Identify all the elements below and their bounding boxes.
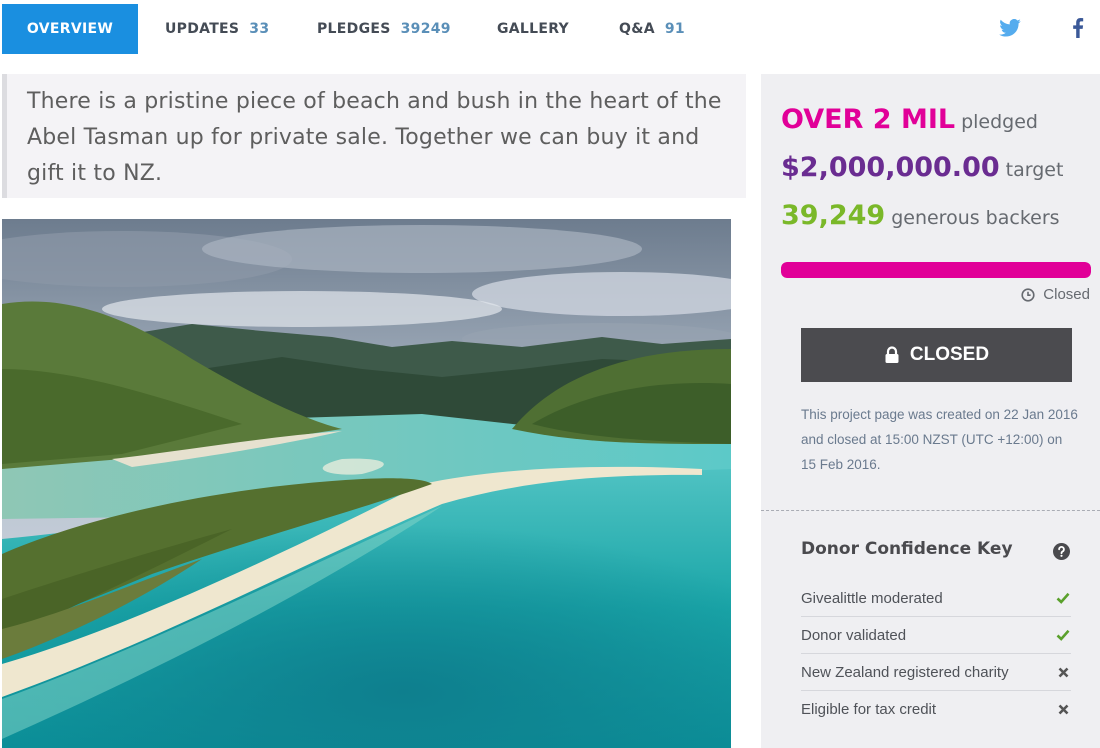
donor-key-item-label: Givealittle moderated [801, 589, 943, 607]
tab-overview-label: OVERVIEW [26, 21, 114, 37]
funding-progress-bar [781, 262, 1091, 278]
tab-pledges[interactable]: PLEDGES 39249 [317, 4, 451, 54]
project-summary-text: There is a pristine piece of beach and b… [27, 89, 722, 186]
campaign-status: Closed [1021, 286, 1090, 303]
facebook-icon[interactable] [1066, 16, 1090, 40]
tab-qa-label: Q&A [619, 21, 655, 37]
tab-qa[interactable]: Q&A 91 [619, 4, 685, 54]
donor-key-item-label: Donor validated [801, 626, 907, 644]
funding-progress-fill [781, 262, 1091, 278]
target-stat: $2,000,000.00 target [781, 152, 1063, 183]
target-amount: $2,000,000.00 [781, 152, 1000, 183]
donor-key-list: Givealittle moderated Donor validated Ne… [801, 580, 1071, 728]
project-sidebar: OVER 2 MIL pledged $2,000,000.00 target 39… [761, 74, 1100, 748]
question-circle-icon[interactable] [1053, 543, 1070, 560]
tab-pledges-count: 39249 [400, 21, 451, 37]
donor-key-item: Givealittle moderated [801, 580, 1071, 617]
check-icon [1055, 590, 1071, 606]
donor-key-item-label: New Zealand registered charity [801, 663, 1009, 681]
project-tabs-nav: OVERVIEW UPDATES 33 PLEDGES 39249 GALLER… [0, 0, 1100, 56]
donor-key-item: Eligible for tax credit [801, 691, 1071, 728]
clock-icon [1021, 287, 1035, 302]
donor-key-title: Donor Confidence Key [801, 539, 1013, 559]
tab-overview[interactable]: OVERVIEW [2, 4, 138, 54]
cross-icon [1055, 664, 1071, 680]
tab-qa-count: 91 [664, 21, 685, 37]
sidebar-divider [761, 510, 1100, 511]
closed-button[interactable]: CLOSED [801, 328, 1072, 382]
backers-count: 39,249 [781, 200, 886, 231]
donor-key-item: New Zealand registered charity [801, 654, 1071, 691]
tab-updates-label: UPDATES [165, 21, 240, 37]
campaign-status-text: Closed [1043, 286, 1090, 303]
closed-button-label: CLOSED [909, 344, 990, 365]
pledged-label: pledged [961, 111, 1038, 133]
check-icon [1055, 627, 1071, 643]
donor-key-item: Donor validated [801, 617, 1071, 654]
tab-updates-count: 33 [249, 21, 270, 37]
tab-gallery[interactable]: GALLERY [497, 4, 569, 54]
backers-label: generous backers [891, 207, 1060, 229]
project-hero-photo [2, 219, 731, 748]
donor-key-item-label: Eligible for tax credit [801, 701, 937, 718]
tab-gallery-label: GALLERY [497, 21, 569, 37]
backers-stat: 39,249 generous backers [781, 200, 1060, 231]
lock-icon [885, 346, 899, 363]
twitter-icon[interactable] [998, 16, 1022, 40]
target-label: target [1005, 159, 1064, 181]
project-dates-text: This project page was created on 22 Jan … [801, 407, 1078, 472]
cross-icon [1055, 702, 1071, 718]
tab-updates[interactable]: UPDATES 33 [165, 4, 269, 54]
pledged-amount: OVER 2 MIL [781, 104, 956, 135]
project-summary-box: There is a pristine piece of beach and b… [2, 74, 746, 198]
tab-pledges-label: PLEDGES [317, 21, 391, 37]
pledged-stat: OVER 2 MIL pledged [781, 104, 1038, 135]
